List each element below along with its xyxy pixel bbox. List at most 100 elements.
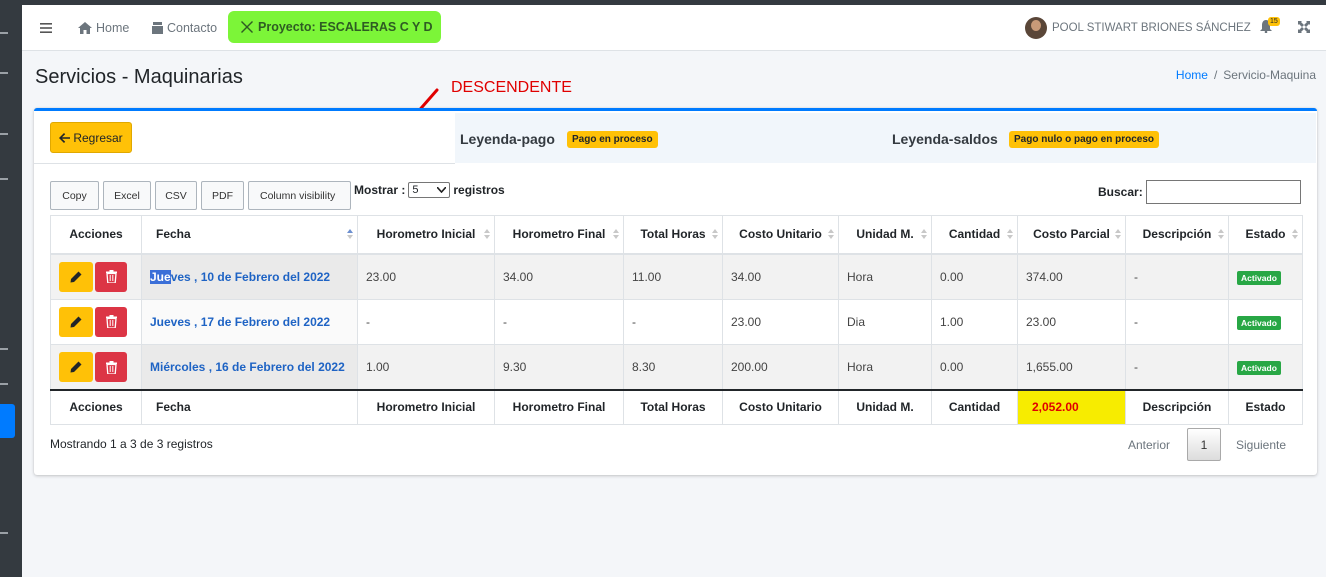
col-header-descripcion[interactable]: Descripción: [1125, 215, 1229, 255]
trash-icon: [105, 360, 117, 374]
sidebar-mark[interactable]: [0, 178, 8, 180]
horometro-final-cell: 9.30: [494, 344, 624, 391]
unidad-cell: Dia: [838, 298, 932, 345]
col-header-costo-parcial[interactable]: Costo Parcial: [1017, 215, 1126, 255]
pencil-icon: [70, 271, 82, 282]
sort-icon: [1218, 229, 1224, 240]
nav-contacto-link[interactable]: Contacto: [152, 5, 217, 51]
arrow-left-icon: [59, 132, 71, 143]
nav-contacto-label: Contacto: [167, 21, 218, 35]
delete-button[interactable]: [95, 261, 127, 292]
main-card: Regresar Leyenda-pago Pago en proceso Le…: [34, 108, 1317, 475]
col-header-horometro-final[interactable]: Horometro Final: [494, 215, 624, 255]
page-length-control: Mostrar : 5 registros: [354, 182, 505, 198]
pagination-siguiente[interactable]: Siguiente: [1236, 428, 1286, 461]
unidad-cell: Hora: [838, 253, 932, 300]
column-visibility-button[interactable]: Column visibility: [248, 181, 351, 210]
page-length-select[interactable]: 5: [408, 182, 451, 198]
horometro-inicial-cell: 23.00: [357, 253, 495, 300]
table-footer-row: Acciones Fecha Horometro Inicial Horomet…: [50, 389, 1303, 425]
sidebar: [0, 5, 22, 577]
cantidad-cell: 0.00: [931, 344, 1018, 391]
regresar-button[interactable]: Regresar: [50, 122, 132, 153]
sidebar-mark[interactable]: [0, 32, 8, 34]
footer-fecha: Fecha: [141, 389, 358, 425]
col-header-estado[interactable]: Estado: [1228, 215, 1303, 255]
status-badge: Activado: [1237, 270, 1281, 285]
trash-icon: [105, 270, 117, 283]
legend-saldos-title: Leyenda-saldos: [892, 131, 998, 147]
search-input[interactable]: [1146, 180, 1301, 204]
excel-button[interactable]: Excel: [103, 181, 151, 210]
pdf-button[interactable]: PDF: [201, 181, 244, 210]
registros-label: registros: [453, 183, 505, 197]
table-row: Jueves , 17 de Febrero del 2022 - - - 23…: [50, 298, 1303, 345]
avatar: [1025, 17, 1047, 39]
footer-descripcion: Descripción: [1125, 389, 1229, 425]
footer-horometro-final: Horometro Final: [494, 389, 624, 425]
legend-saldos-badge: Pago nulo o pago en proceso: [1009, 131, 1160, 148]
sidebar-mark[interactable]: [0, 72, 8, 74]
footer-unidad: Unidad M.: [838, 389, 932, 425]
footer-costo-unitario: Costo Unitario: [722, 389, 839, 425]
unidad-cell: Hora: [838, 344, 932, 391]
edit-button[interactable]: [59, 261, 93, 292]
notification-count-badge: 15: [1268, 17, 1280, 26]
pagination-page-1[interactable]: 1: [1187, 428, 1221, 461]
total-horas-cell: 11.00: [623, 253, 723, 300]
costo-unitario-cell: 200.00: [722, 344, 839, 391]
horometro-final-cell: 34.00: [494, 253, 624, 300]
delete-button[interactable]: [95, 352, 127, 382]
footer-horometro-inicial: Horometro Inicial: [357, 389, 495, 425]
table-row: Miércoles , 16 de Febrero del 2022 1.00 …: [50, 344, 1303, 391]
cantidad-cell: 1.00: [931, 298, 1018, 345]
fecha-cell[interactable]: Jueves , 10 de Febrero del 2022: [141, 253, 358, 300]
delete-button[interactable]: [95, 306, 127, 337]
sidebar-mark[interactable]: [0, 383, 8, 385]
breadcrumb-home-link[interactable]: Home: [1176, 68, 1208, 82]
fecha-text: Jueves , 17 de Febrero del 2022: [150, 314, 331, 329]
sort-icon: [1115, 229, 1121, 240]
csv-button[interactable]: CSV: [155, 181, 197, 210]
edit-button[interactable]: [59, 352, 93, 382]
sort-icon: [1007, 229, 1013, 240]
status-badge: Activado: [1237, 315, 1281, 330]
copy-button[interactable]: Copy: [50, 181, 99, 210]
sidebar-mark[interactable]: [0, 133, 8, 135]
hamburger-menu-button[interactable]: [40, 5, 56, 51]
chevron-down-icon: [437, 187, 447, 193]
col-header-horometro-inicial[interactable]: Horometro Inicial: [357, 215, 495, 255]
fecha-cell[interactable]: Miércoles , 16 de Febrero del 2022: [141, 344, 358, 391]
col-header-fecha[interactable]: Fecha: [141, 215, 358, 255]
edit-button[interactable]: [59, 306, 93, 337]
table-info: Mostrando 1 a 3 de 3 registros: [50, 437, 213, 451]
sort-asc-icon: [347, 229, 353, 240]
home-icon: [78, 22, 92, 34]
costo-unitario-cell: 23.00: [722, 298, 839, 345]
sidebar-mark[interactable]: [0, 348, 8, 350]
proyecto-badge[interactable]: Proyecto: ESCALERAS C Y D: [228, 11, 441, 43]
sidebar-active-item[interactable]: [0, 404, 15, 438]
costo-parcial-cell: 1,655.00: [1017, 344, 1126, 391]
col-header-total-horas[interactable]: Total Horas: [623, 215, 723, 255]
total-horas-cell: -: [623, 298, 723, 345]
sidebar-mark[interactable]: [0, 532, 8, 534]
col-header-unidad[interactable]: Unidad M.: [838, 215, 932, 255]
user-menu[interactable]: POOL STIWART BRIONES SÁNCHEZ: [1025, 5, 1251, 51]
pencil-icon: [70, 361, 82, 373]
col-header-cantidad[interactable]: Cantidad: [931, 215, 1018, 255]
fullscreen-icon[interactable]: [1298, 21, 1310, 33]
descripcion-cell: -: [1125, 253, 1229, 300]
nav-home-label: Home: [96, 21, 130, 35]
costo-parcial-cell: 23.00: [1017, 298, 1126, 345]
annotation-text: DESCENDENTE: [451, 79, 572, 96]
footer-acciones: Acciones: [50, 389, 142, 425]
fecha-text: ves , 10 de Febrero del 2022: [170, 269, 331, 284]
horometro-final-cell: -: [494, 298, 624, 345]
buscar-label: Buscar:: [1098, 185, 1143, 199]
col-header-costo-unitario[interactable]: Costo Unitario: [722, 215, 839, 255]
pagination-anterior[interactable]: Anterior: [1128, 428, 1170, 461]
nav-home-link[interactable]: Home: [78, 5, 129, 51]
status-badge: Activado: [1237, 361, 1281, 375]
fecha-cell[interactable]: Jueves , 17 de Febrero del 2022: [141, 298, 358, 345]
